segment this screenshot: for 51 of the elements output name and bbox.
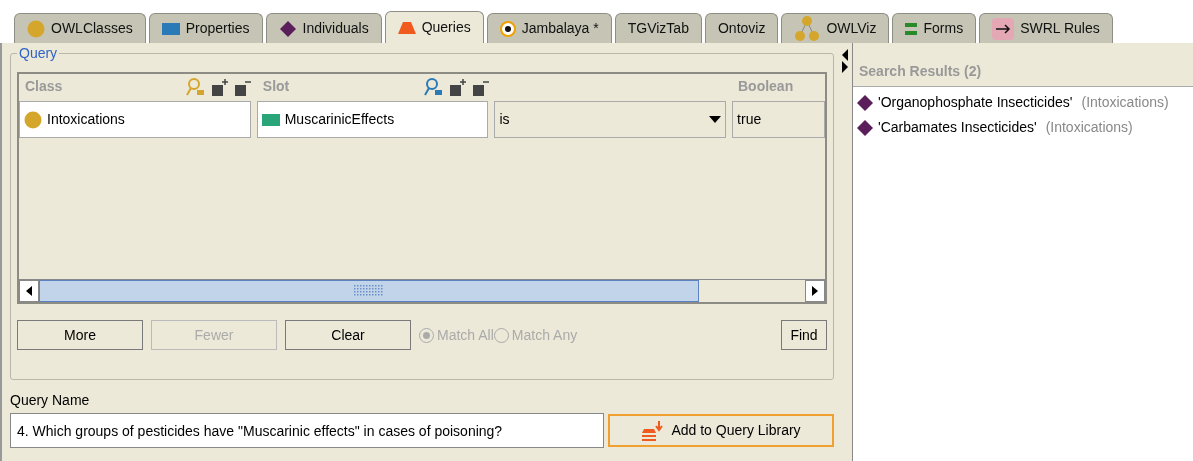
tab[interactable]: Queries [384, 11, 484, 43]
caret-icon [709, 115, 722, 124]
diamond-icon [857, 94, 873, 111]
rectangle-icon [261, 113, 280, 126]
column-header: Class [25, 77, 63, 96]
add-row-icon [449, 79, 466, 97]
library-add-icon [641, 420, 664, 441]
query-button[interactable]: More [17, 320, 143, 350]
find-button[interactable]: Find [781, 320, 827, 350]
result-item[interactable]: 'Organophosphate Insecticides' (Intoxications) [857, 90, 1189, 115]
query-button[interactable]: Clear [285, 320, 411, 350]
horizontal-scrollbar[interactable] [19, 279, 825, 302]
column-header: Slot [262, 77, 290, 96]
add-row-icon [211, 79, 228, 97]
tab[interactable]: OWLClasses [14, 13, 146, 43]
tab[interactable]: TGVizTab [614, 13, 702, 43]
field-label: Query Name [10, 391, 91, 410]
scroll-left-icon [26, 286, 32, 296]
remove-row-icon [472, 79, 489, 97]
column-header: Boolean [737, 77, 794, 96]
tab[interactable]: Individuals [265, 13, 382, 43]
slot-cell[interactable]: MuscarinicEffects [256, 101, 489, 138]
tab[interactable]: OWLViz [781, 13, 890, 43]
tab[interactable]: Properties [148, 13, 263, 43]
tab[interactable]: Forms [892, 13, 977, 43]
diamond-icon [857, 119, 873, 136]
class-cell[interactable]: Intoxications [19, 101, 251, 138]
target-icon [499, 20, 516, 37]
tab[interactable]: Ontoviz [704, 13, 779, 43]
grip-icon [354, 285, 384, 297]
remove-row-icon [234, 79, 251, 97]
tab[interactable]: Jambalaya * [486, 13, 612, 43]
rectangle-icon [161, 22, 180, 35]
diamond-icon [278, 19, 297, 38]
nodes-icon [794, 14, 821, 43]
result-item[interactable]: 'Carbamates Insecticides' (Intoxications) [857, 115, 1189, 140]
panel-title: Query [17, 45, 60, 61]
circle-icon [27, 19, 45, 38]
scroll-right-icon [812, 286, 818, 296]
query-name-field[interactable]: 4. Which groups of pesticides have "Muscarinic effects" in cases of poisoning? [10, 413, 604, 448]
value-cell[interactable]: true [732, 101, 825, 138]
add-to-library-button[interactable]: Add to Query Library [608, 414, 834, 447]
trapezoid-icon [397, 21, 416, 34]
collapse-left-icon [842, 49, 848, 61]
find-slot-icon [422, 77, 443, 97]
find-class-icon [184, 77, 205, 97]
expand-right-icon [842, 61, 848, 73]
bars-icon [905, 21, 918, 36]
tab[interactable]: SWRL Rules [979, 13, 1113, 43]
circle-icon [24, 110, 42, 129]
operator-dropdown[interactable]: is [494, 101, 727, 138]
